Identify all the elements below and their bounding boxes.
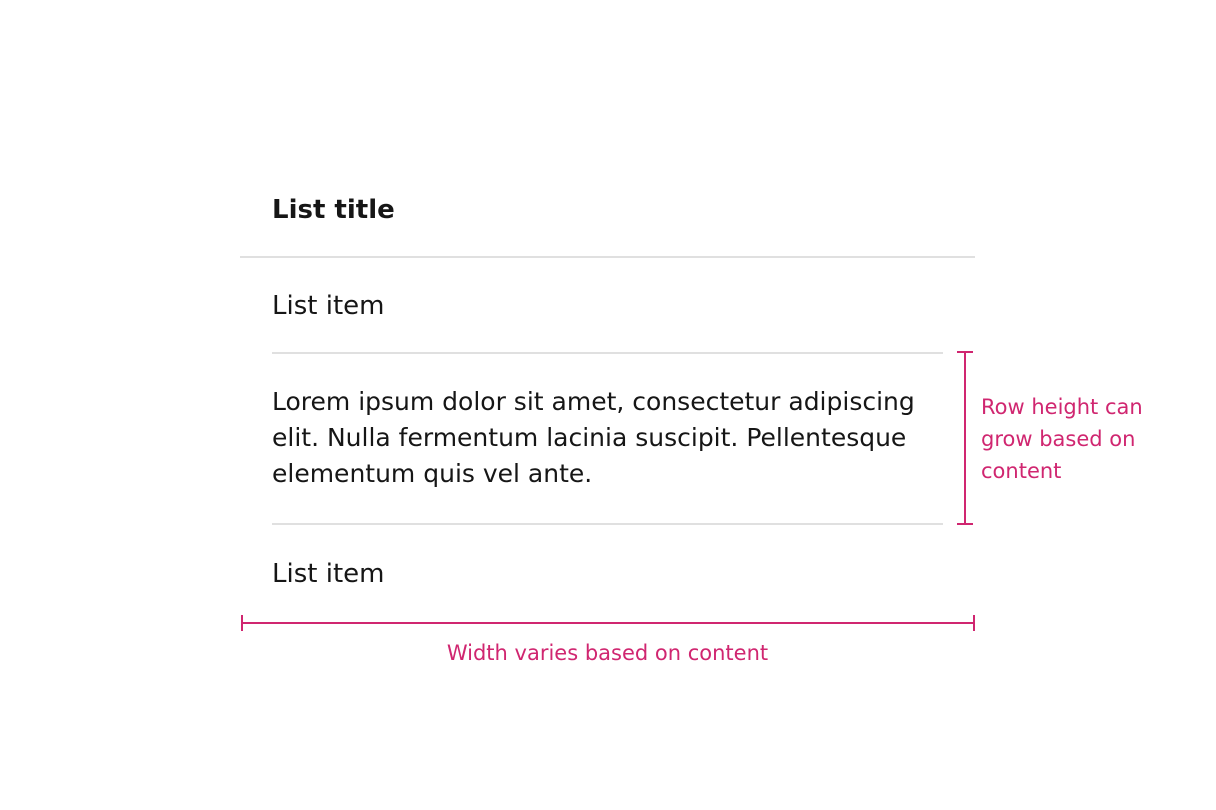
- list-item: List item: [272, 559, 385, 589]
- row-height-bracket: [957, 351, 973, 525]
- row-height-annotation: Row height can grow based on content: [981, 395, 1143, 483]
- list-title: List title: [272, 195, 395, 225]
- row-divider: [272, 352, 943, 354]
- list-item-multiline: Lorem ipsum dolor sit amet, consectetur …: [272, 387, 915, 488]
- list-item: List item: [272, 291, 385, 321]
- width-bracket: [241, 615, 975, 631]
- width-annotation: Width varies based on content: [446, 641, 769, 665]
- title-divider: [240, 256, 975, 258]
- row-divider: [272, 523, 943, 525]
